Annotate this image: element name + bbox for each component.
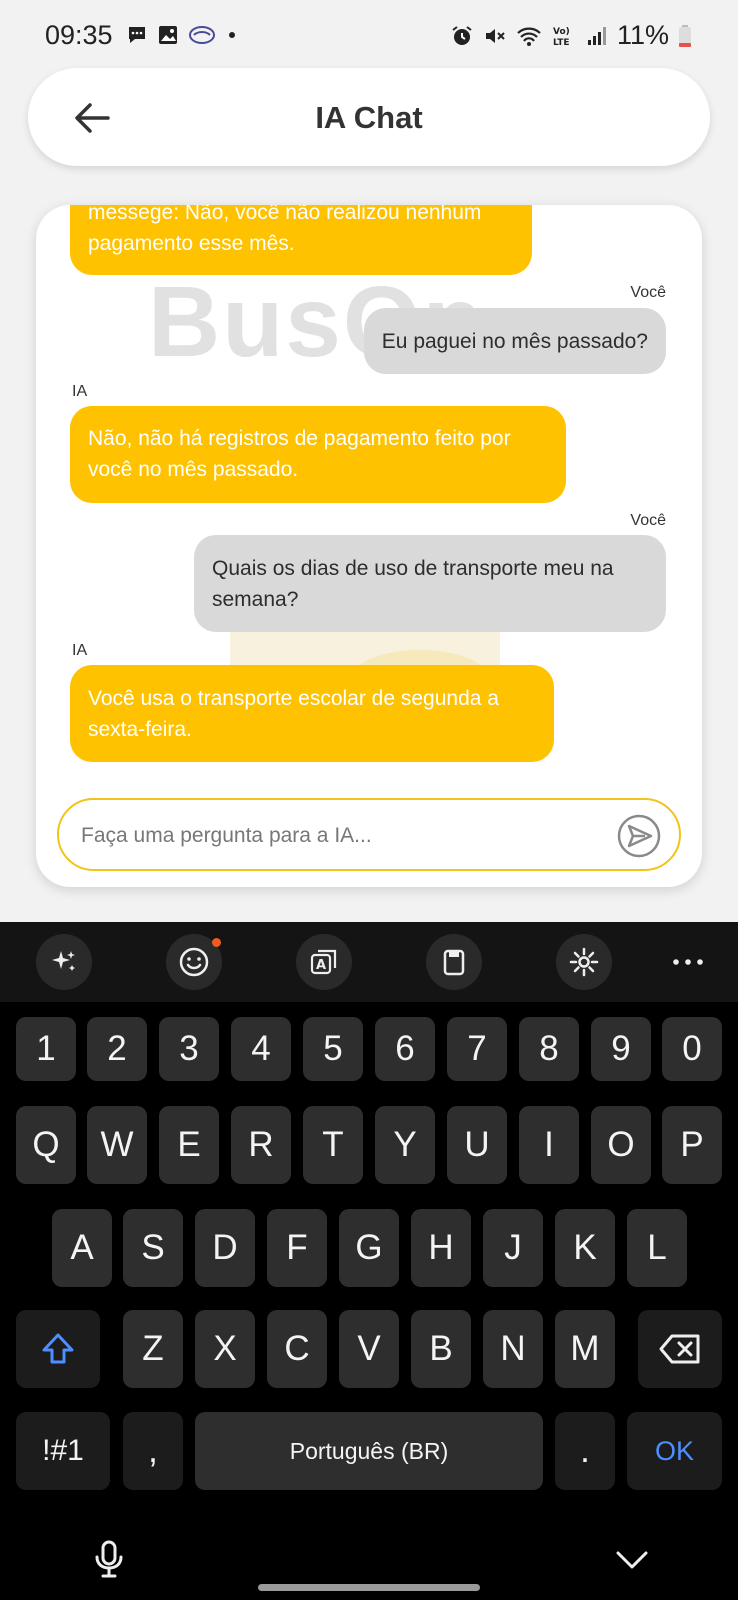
translate-icon[interactable]: A — [296, 934, 352, 990]
user-message-bubble: Eu paguei no mês passado? — [363, 308, 666, 374]
status-time: 09:35 — [45, 20, 113, 50]
key-k[interactable]: K — [555, 1209, 615, 1287]
key-x[interactable]: X — [195, 1310, 255, 1388]
sender-label: Você — [630, 512, 666, 529]
key-7[interactable]: 7 — [447, 1017, 507, 1081]
app-header: IA Chat — [28, 68, 710, 166]
backspace-icon — [659, 1334, 700, 1364]
on-screen-keyboard: A 1 2 3 4 5 6 7 8 9 0 Q W E R T Y U I O … — [0, 922, 738, 1600]
key-9[interactable]: 9 — [591, 1017, 651, 1081]
home-indicator[interactable] — [258, 1584, 480, 1591]
image-icon — [159, 26, 177, 44]
chat-bubble-icon — [129, 27, 145, 43]
shift-icon — [42, 1333, 74, 1364]
dot-icon — [229, 32, 235, 38]
key-q[interactable]: Q — [16, 1106, 76, 1184]
key-6[interactable]: 6 — [375, 1017, 435, 1081]
key-t[interactable]: T — [303, 1106, 363, 1184]
wifi-icon — [517, 27, 541, 46]
alarm-icon — [452, 25, 472, 45]
signal-icon — [587, 26, 606, 45]
key-f[interactable]: F — [267, 1209, 327, 1287]
key-8[interactable]: 8 — [519, 1017, 579, 1081]
page-title: IA Chat — [315, 100, 423, 135]
backspace-key[interactable] — [638, 1310, 722, 1388]
sender-label: IA — [72, 642, 88, 659]
keyboard-toolbar: A — [0, 922, 738, 1002]
key-1[interactable]: 1 — [16, 1017, 76, 1081]
status-bar: 09:35 Vo) LTE 11% — [0, 0, 738, 70]
chat-panel: BusOn Software para gestão messege: Não,… — [36, 205, 702, 887]
notification-dot — [212, 938, 221, 947]
mic-icon[interactable] — [88, 1538, 130, 1580]
period-key[interactable]: . — [555, 1412, 615, 1490]
clipboard-icon[interactable] — [426, 934, 482, 990]
mute-icon — [485, 28, 505, 43]
key-r[interactable]: R — [231, 1106, 291, 1184]
key-a[interactable]: A — [52, 1209, 112, 1287]
comma-key[interactable]: , — [123, 1412, 183, 1490]
key-l[interactable]: L — [627, 1209, 687, 1287]
more-icon[interactable] — [668, 944, 708, 980]
key-c[interactable]: C — [267, 1310, 327, 1388]
key-h[interactable]: H — [411, 1209, 471, 1287]
key-0[interactable]: 0 — [662, 1017, 722, 1081]
key-n[interactable]: N — [483, 1310, 543, 1388]
system-icons: Vo) LTE 11% — [450, 20, 692, 51]
symbols-key[interactable]: !#1 — [16, 1412, 110, 1490]
user-message-bubble: Quais os dias de uso de transporte meu n… — [194, 535, 666, 632]
notification-icons — [126, 24, 239, 46]
handshake-icon — [189, 26, 215, 44]
shift-key[interactable] — [16, 1310, 100, 1388]
key-u[interactable]: U — [447, 1106, 507, 1184]
svg-text:LTE: LTE — [553, 38, 570, 48]
key-p[interactable]: P — [662, 1106, 722, 1184]
battery-icon — [679, 24, 691, 47]
ok-key[interactable]: OK — [627, 1412, 722, 1490]
question-input-container — [57, 798, 681, 871]
key-j[interactable]: J — [483, 1209, 543, 1287]
key-i[interactable]: I — [519, 1106, 579, 1184]
key-5[interactable]: 5 — [303, 1017, 363, 1081]
ia-message-bubble: Você usa o transporte escolar de segunda… — [70, 665, 554, 762]
key-m[interactable]: M — [555, 1310, 615, 1388]
key-w[interactable]: W — [87, 1106, 147, 1184]
svg-text:A: A — [316, 958, 326, 973]
key-v[interactable]: V — [339, 1310, 399, 1388]
key-d[interactable]: D — [195, 1209, 255, 1287]
key-o[interactable]: O — [591, 1106, 651, 1184]
send-icon[interactable] — [617, 814, 661, 858]
question-input[interactable] — [81, 820, 581, 852]
ia-message-bubble: messege: Não, você não realizou nenhum p… — [70, 205, 532, 275]
sender-label: IA — [72, 383, 88, 400]
volte-icon: Vo)LTE — [553, 27, 570, 48]
chevron-down-icon[interactable] — [612, 1545, 652, 1575]
svg-text:Vo): Vo) — [553, 27, 570, 37]
settings-icon[interactable] — [556, 934, 612, 990]
key-g[interactable]: G — [339, 1209, 399, 1287]
key-3[interactable]: 3 — [159, 1017, 219, 1081]
key-y[interactable]: Y — [375, 1106, 435, 1184]
key-2[interactable]: 2 — [87, 1017, 147, 1081]
ia-message-bubble: Não, não há registros de pagamento feito… — [70, 406, 566, 503]
key-b[interactable]: B — [411, 1310, 471, 1388]
message-list: messege: Não, você não realizou nenhum p… — [36, 205, 702, 775]
key-e[interactable]: E — [159, 1106, 219, 1184]
key-z[interactable]: Z — [123, 1310, 183, 1388]
sparkle-icon[interactable] — [36, 934, 92, 990]
battery-percent: 11% — [616, 20, 669, 50]
key-s[interactable]: S — [123, 1209, 183, 1287]
key-4[interactable]: 4 — [231, 1017, 291, 1081]
sender-label: Você — [630, 284, 666, 301]
space-bar[interactable]: Português (BR) — [195, 1412, 543, 1490]
